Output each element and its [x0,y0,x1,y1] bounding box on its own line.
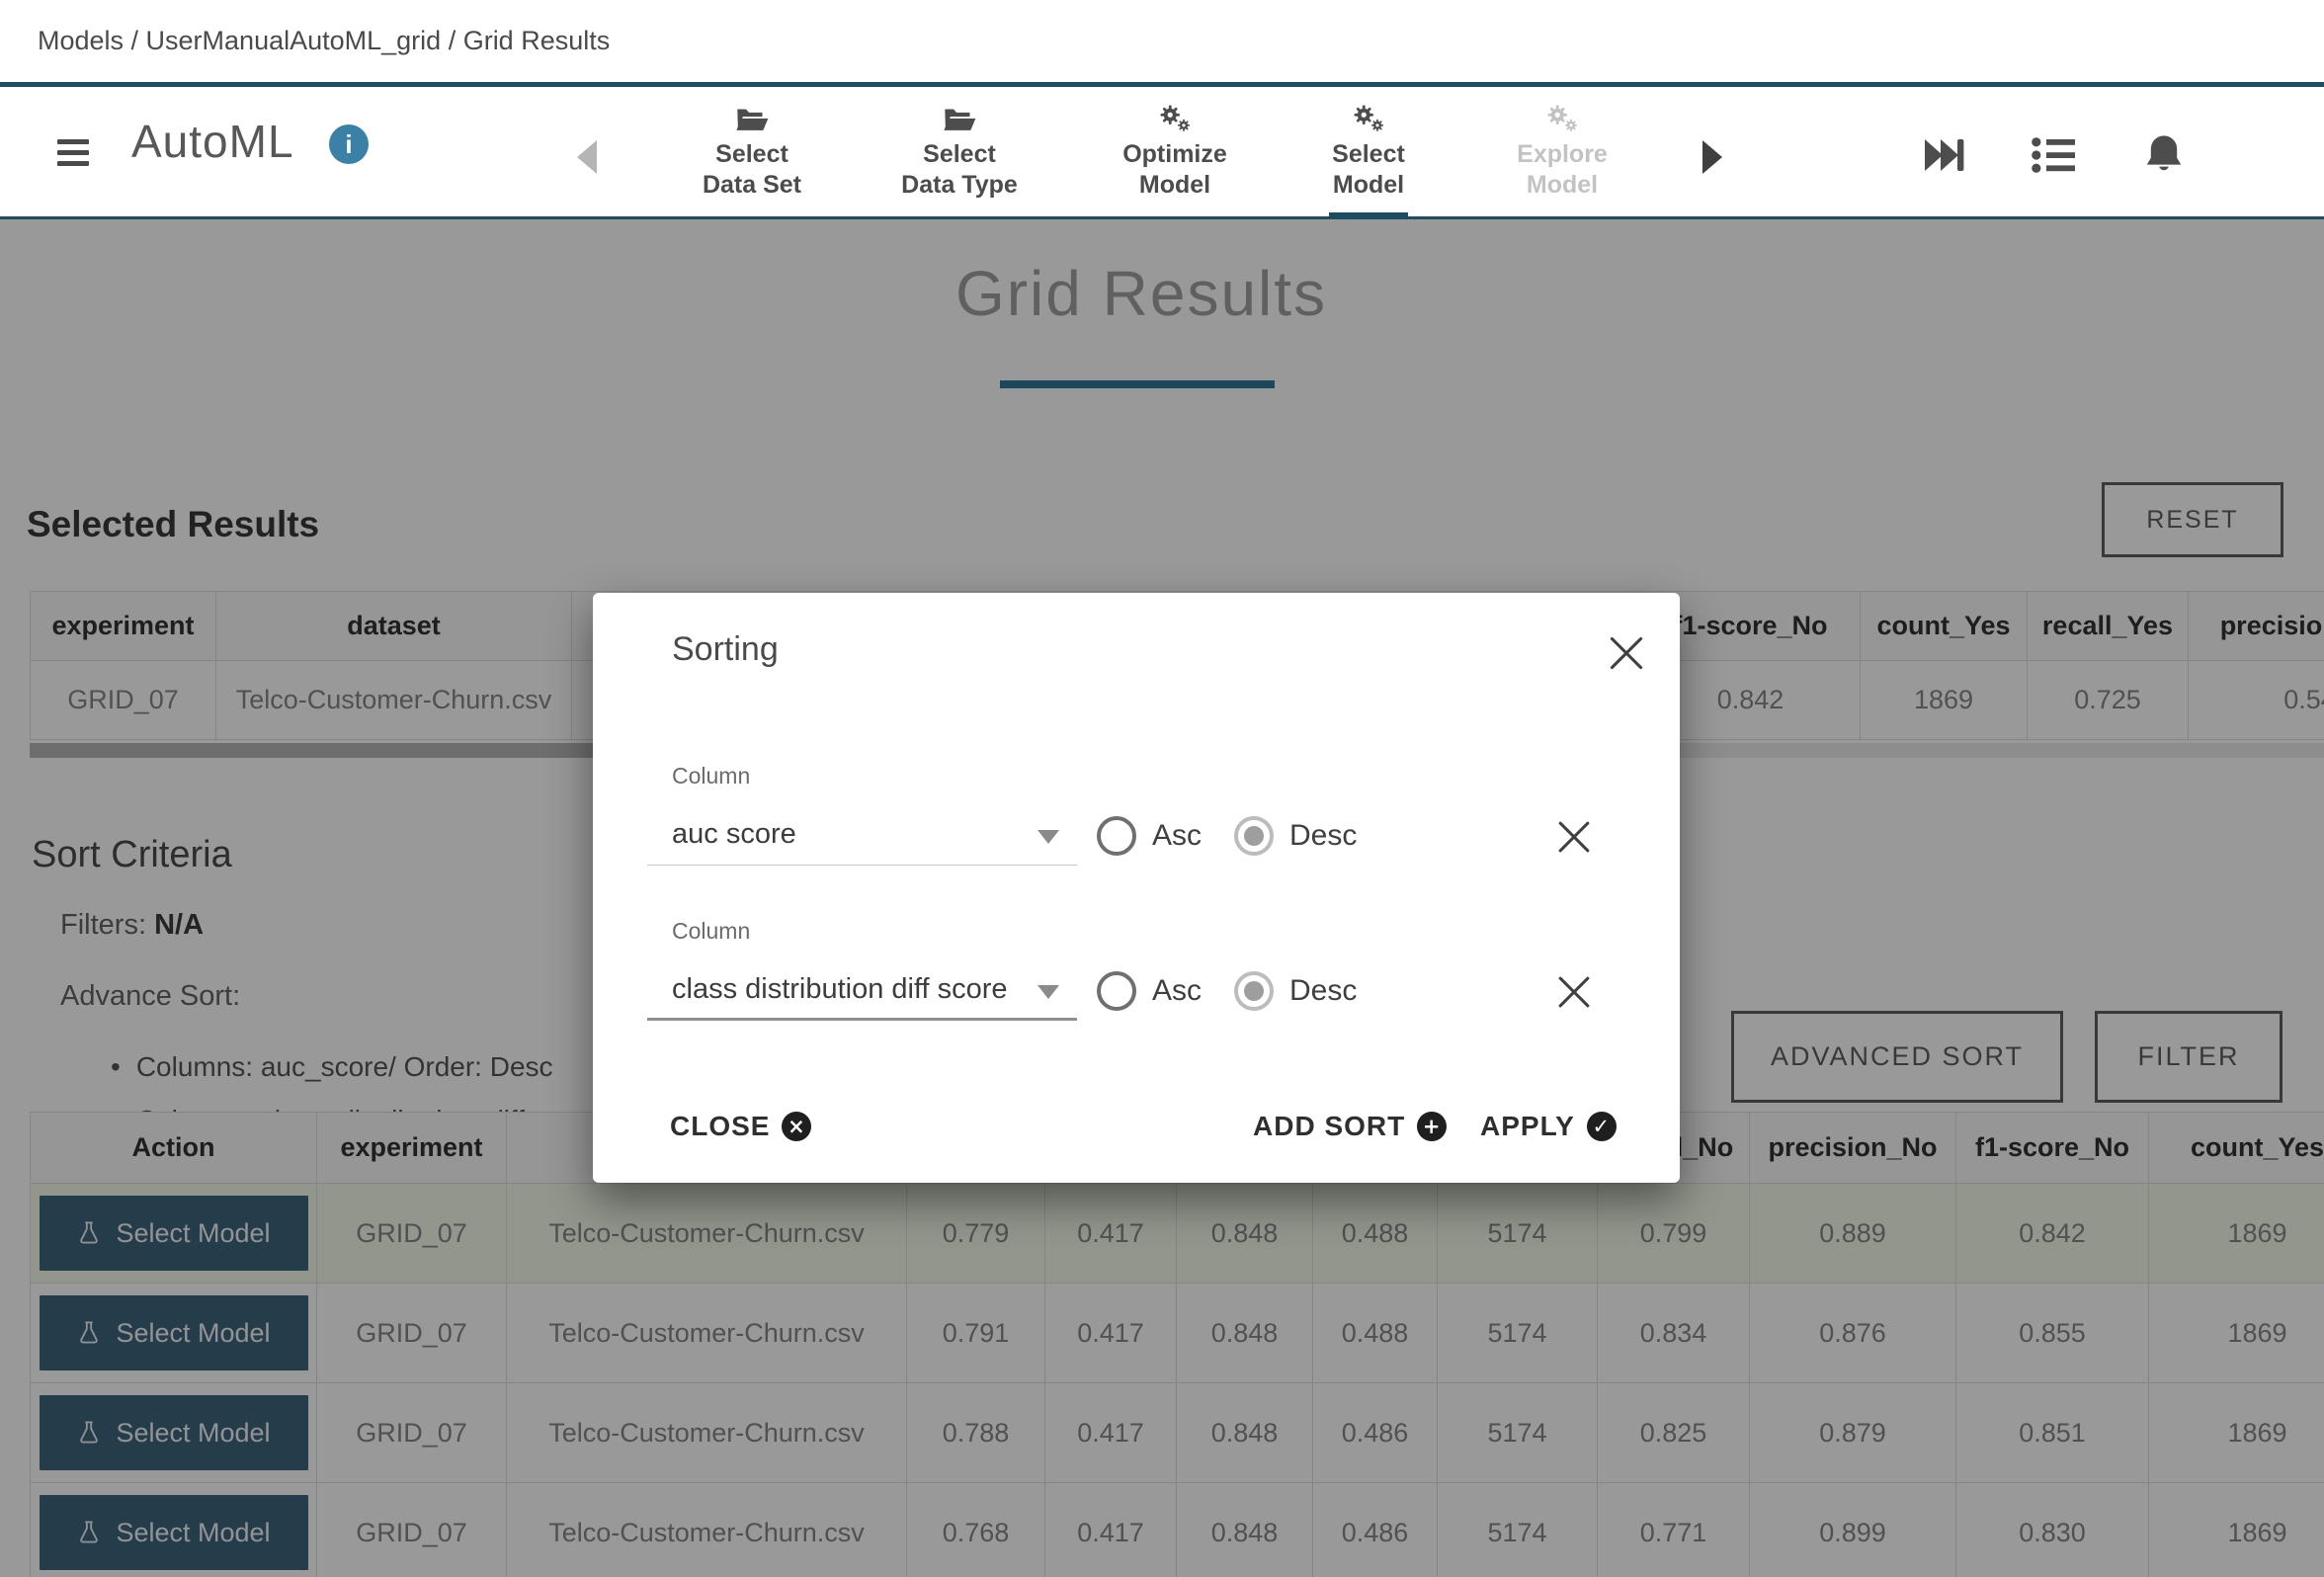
sort-row: auc score Asc Desc [593,808,1680,877]
desc-radio[interactable]: Desc [1234,816,1357,856]
sort-column-dropdown[interactable]: class distribution diff score [647,963,1077,1021]
step-select-data-type[interactable]: SelectData Type [861,92,1058,219]
gears-icon [1463,100,1661,139]
desc-radio[interactable]: Desc [1234,971,1357,1011]
dropdown-value: auc score [672,818,796,851]
bell-icon[interactable] [2138,131,2190,184]
app-title: AutoML [131,115,294,168]
radio-icon [1097,971,1136,1011]
dropdown-underline [647,865,1077,866]
radio-selected-icon [1234,816,1274,856]
gears-icon [1076,100,1274,139]
chevron-down-icon [1038,985,1059,999]
radio-selected-icon [1234,971,1274,1011]
sort-column-dropdown[interactable]: auc score [647,808,1077,866]
add-sort-button[interactable]: ADD SORT + [1253,1111,1447,1142]
column-label: Column [672,763,750,789]
close-button[interactable]: CLOSE × [670,1111,811,1142]
dropdown-underline [647,1018,1077,1021]
info-icon[interactable]: i [329,124,369,164]
automl-app-window: Models / UserManualAutoML_grid / Grid Re… [0,0,2324,1577]
sorting-modal: Sorting Column auc score Asc Desc Column… [593,593,1680,1183]
asc-radio[interactable]: Asc [1097,816,1202,856]
breadcrumb[interactable]: Models / UserManualAutoML_grid / Grid Re… [38,26,610,56]
apply-button[interactable]: APPLY ✓ [1480,1111,1617,1142]
column-label: Column [672,918,750,945]
step-optimize-model[interactable]: OptimizeModel [1076,92,1274,219]
step-select-data-set[interactable]: SelectData Set [653,92,851,219]
close-circle-icon: × [782,1112,811,1141]
radio-icon [1097,816,1136,856]
asc-radio[interactable]: Asc [1097,971,1202,1011]
active-step-underline [1329,212,1408,217]
step-select-model[interactable]: SelectModel [1270,92,1467,219]
folder-open-icon [861,100,1058,139]
remove-sort-icon[interactable] [1557,820,1591,854]
steps-next-icon[interactable] [1702,140,1722,174]
breadcrumb-bar: Models / UserManualAutoML_grid / Grid Re… [0,0,2324,87]
gears-icon [1270,100,1467,139]
dropdown-value: class distribution diff score [672,973,1008,1006]
step-explore-model: ExploreModel [1463,92,1661,219]
modal-title: Sorting [672,630,779,669]
app-header: AutoML i SelectData Set SelectData Type … [0,92,2324,219]
list-icon[interactable] [2026,131,2081,184]
close-icon[interactable] [1609,635,1644,671]
plus-circle-icon: + [1417,1112,1447,1141]
hamburger-menu-icon[interactable] [57,139,91,171]
chevron-down-icon [1038,830,1059,844]
remove-sort-icon[interactable] [1557,975,1591,1009]
skip-forward-icon[interactable] [1917,131,1968,184]
steps-prev-icon[interactable] [577,140,597,174]
check-circle-icon: ✓ [1587,1112,1617,1141]
sort-row: class distribution diff score Asc Desc [593,963,1680,1033]
folder-open-icon [653,100,851,139]
